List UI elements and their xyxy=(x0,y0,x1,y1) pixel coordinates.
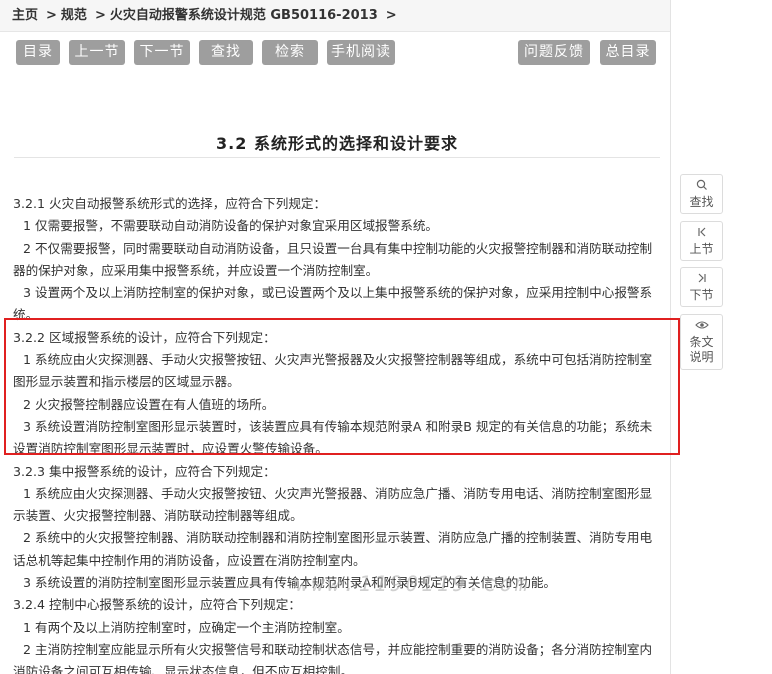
search-icon xyxy=(681,179,722,195)
breadcrumb-separator: > xyxy=(46,8,57,23)
clause-item: 1 有两个及以上消防控制室时，应确定一个主消防控制室。 xyxy=(23,619,350,635)
next-section-button[interactable]: 下一节 xyxy=(134,40,190,65)
side-next-label: 下节 xyxy=(689,288,714,302)
clause-item: 2 不仅需要报警，同时需要联动自动消防设备，且只设置一台具有集中控制功能的火灾报… xyxy=(13,240,653,278)
side-explain-label: 条文说明 xyxy=(689,335,714,364)
watermark: www.1190119.com xyxy=(296,572,531,596)
search-button[interactable]: 检索 xyxy=(262,40,318,65)
side-next-button[interactable]: 下节 xyxy=(680,267,723,307)
feedback-button[interactable]: 问题反馈 xyxy=(518,40,590,65)
highlight-box xyxy=(4,318,680,455)
breadcrumb-home-link[interactable]: 主页 xyxy=(12,8,38,23)
skip-forward-icon xyxy=(681,272,722,288)
title-divider xyxy=(14,157,660,158)
breadcrumb: 主页 > 规范 > 火灾自动报警系统设计规范 GB50116-2013 > xyxy=(0,0,670,32)
breadcrumb-separator: > xyxy=(94,8,106,23)
skip-back-icon xyxy=(681,226,722,242)
mobile-read-button[interactable]: 手机阅读 xyxy=(327,40,395,65)
find-button[interactable]: 查找 xyxy=(199,40,253,65)
prev-section-button[interactable]: 上一节 xyxy=(69,40,125,65)
side-find-label: 查找 xyxy=(689,195,714,209)
eye-icon xyxy=(685,319,718,335)
side-prev-button[interactable]: 上节 xyxy=(680,221,723,261)
clause-item: 1 仅需要报警，不需要联动自动消防设备的保护对象宜采用区域报警系统。 xyxy=(23,218,439,234)
breadcrumb-norms-link[interactable]: 规范 xyxy=(61,8,87,23)
clause-item: 2 系统中的火灾报警控制器、消防联动控制器和消防控制室图形显示装置、消防应急广播… xyxy=(13,530,653,568)
toolbar: 目录 上一节 下一节 查找 检索 手机阅读 问题反馈 总目录 xyxy=(16,40,656,66)
clause-heading: 3.2.4 控制中心报警系统的设计，应符合下列规定： xyxy=(13,597,301,613)
clause-heading: 3.2.3 集中报警系统的设计，应符合下列规定： xyxy=(13,463,276,479)
side-explain-button[interactable]: 条文说明 xyxy=(680,314,723,370)
toc-button[interactable]: 目录 xyxy=(16,40,60,65)
section-title: 3.2 系统形式的选择和设计要求 xyxy=(216,134,458,153)
breadcrumb-current-link[interactable]: 火灾自动报警系统设计规范 GB50116-2013 xyxy=(110,8,378,23)
clause-item: 2 主消防控制室应能显示所有火灾报警信号和联动控制状态信号，并应能控制重要的消防… xyxy=(13,641,653,674)
clause-item: 1 系统应由火灾探测器、手动火灾报警按钮、火灾声光警报器、消防应急广播、消防专用… xyxy=(13,485,653,524)
clause-heading: 3.2.1 火灾自动报警系统形式的选择，应符合下列规定： xyxy=(13,196,327,211)
side-prev-label: 上节 xyxy=(689,242,714,256)
side-find-button[interactable]: 查找 xyxy=(680,174,723,214)
catalog-button[interactable]: 总目录 xyxy=(600,40,656,65)
breadcrumb-separator: > xyxy=(385,8,397,23)
